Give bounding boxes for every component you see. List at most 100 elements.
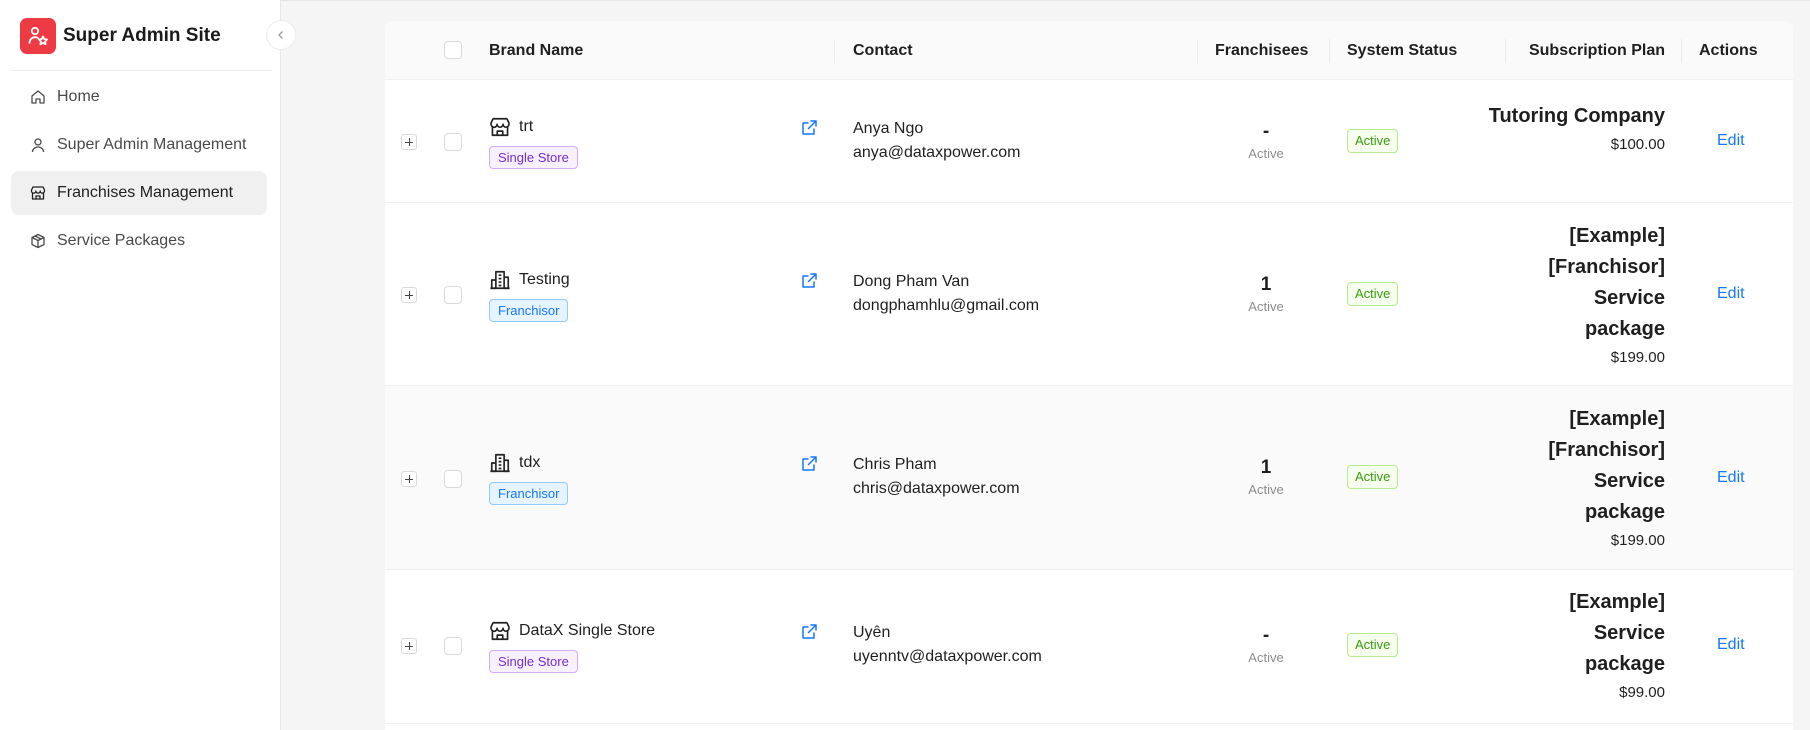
plan-name: [Example] [Franchisor] Service package <box>1548 408 1665 523</box>
store-icon <box>30 184 48 202</box>
brand-name: DataX Single Store <box>519 622 656 639</box>
franchisees-cell: - Active <box>1225 121 1307 161</box>
contact-cell: Chris Pham chris@dataxpower.com <box>853 453 1020 501</box>
column-divider <box>1681 39 1682 63</box>
nav-item-franchises[interactable]: Franchises Management <box>11 171 267 215</box>
expand-row-button[interactable] <box>401 471 417 487</box>
brand-cell: trt Single Store <box>489 116 578 169</box>
expand-row-button[interactable] <box>401 134 417 150</box>
brand-cell: DataX Single Store Single Store <box>489 620 655 673</box>
brand-type-tag: Franchisor <box>489 482 569 505</box>
edit-link[interactable]: Edit <box>1717 285 1745 303</box>
edit-link[interactable]: Edit <box>1717 636 1745 654</box>
edit-link[interactable]: Edit <box>1717 469 1745 487</box>
package-icon <box>30 232 48 250</box>
column-divider <box>1505 39 1506 63</box>
plan-name: [Example] Service package <box>1569 591 1665 675</box>
franchisees-label: Active <box>1248 650 1284 665</box>
nav-item-service-packages[interactable]: Service Packages <box>11 219 267 263</box>
contact-email: chris@dataxpower.com <box>853 480 1020 497</box>
nav-item-label: Home <box>57 88 100 105</box>
brand-type-tag: Single Store <box>489 146 578 169</box>
sidebar-nav: Home Super Admin Management Franchises M… <box>11 75 267 267</box>
contact-cell: Uyên uyenntv@dataxpower.com <box>853 621 1042 669</box>
plan-cell: [Example] [Franchisor] Service package $… <box>1425 221 1665 368</box>
plan-cell: Tutoring Company $100.00 <box>1425 101 1665 155</box>
status-badge: Active <box>1347 129 1399 153</box>
external-link-icon[interactable] <box>800 272 818 290</box>
home-icon <box>30 88 48 106</box>
column-header-actions: Actions <box>1699 41 1758 59</box>
contact-email: uyenntv@dataxpower.com <box>853 648 1042 665</box>
sidebar: Super Admin Site Home Super Admin Manage… <box>0 0 281 730</box>
franchisees-cell: 1 Active <box>1225 274 1307 314</box>
brand-type-tag: Single Store <box>489 650 578 673</box>
status-badge: Active <box>1347 465 1399 489</box>
brand-logo-icon <box>20 18 56 54</box>
column-divider <box>1197 39 1198 63</box>
franchisees-label: Active <box>1248 482 1284 497</box>
brand-name: trt <box>519 118 534 135</box>
contact-cell: Dong Pham Van dongphamhlu@gmail.com <box>853 270 1039 318</box>
user-icon <box>30 136 48 154</box>
brand-cell: tdx Franchisor <box>489 452 569 505</box>
franchisees-label: Active <box>1248 146 1284 161</box>
brand-name: tdx <box>519 454 541 471</box>
franchises-table: Brand Name Contact Franchisees System St… <box>385 21 1793 730</box>
row-checkbox[interactable] <box>444 470 462 488</box>
brand: Super Admin Site <box>20 18 221 54</box>
plan-name: [Example] [Franchisor] Service package <box>1548 225 1665 340</box>
sidebar-divider <box>10 70 272 71</box>
table-row[interactable]: tdx Franchisor Chris Pham chris@dataxpow… <box>385 386 1793 570</box>
row-checkbox[interactable] <box>444 133 462 151</box>
expand-row-button[interactable] <box>401 638 417 654</box>
select-all-checkbox[interactable] <box>444 41 462 59</box>
franchisees-count: 1 <box>1260 457 1272 478</box>
brand-cell: Testing Franchisor <box>489 269 570 322</box>
plan-price: $99.00 <box>1619 684 1665 701</box>
app-title: Super Admin Site <box>63 25 221 46</box>
table-header: Brand Name Contact Franchisees System St… <box>385 21 1793 80</box>
nav-item-home[interactable]: Home <box>11 75 267 119</box>
sidebar-collapse-button[interactable] <box>266 20 296 50</box>
status-badge: Active <box>1347 282 1399 306</box>
table-row[interactable]: DataX Single Store Single Store Uyên uye… <box>385 570 1793 724</box>
building-icon <box>489 452 511 474</box>
plan-cell: [Example] Service package $99.00 <box>1425 587 1665 703</box>
contact-name: Chris Pham <box>853 456 937 473</box>
column-header-franchisees[interactable]: Franchisees <box>1215 21 1308 80</box>
brand-type-tag: Franchisor <box>489 299 569 322</box>
external-link-icon[interactable] <box>800 455 818 473</box>
table-row[interactable]: Testing Franchisor Dong Pham Van dongpha… <box>385 203 1793 386</box>
building-icon <box>489 269 511 291</box>
contact-email: dongphamhlu@gmail.com <box>853 297 1040 314</box>
external-link-icon[interactable] <box>800 623 818 641</box>
franchisees-cell: - Active <box>1225 625 1307 665</box>
contact-name: Dong Pham Van <box>853 273 970 290</box>
column-header-brand[interactable]: Brand Name <box>489 21 583 80</box>
column-header-plan[interactable]: Subscription Plan <box>1529 21 1665 80</box>
store-icon <box>489 620 511 642</box>
column-divider <box>834 39 835 63</box>
franchisees-count: - <box>1262 625 1270 646</box>
nav-item-label: Super Admin Management <box>57 136 247 153</box>
plan-price: $100.00 <box>1610 136 1665 153</box>
expand-row-button[interactable] <box>401 287 417 303</box>
status-badge: Active <box>1347 633 1399 657</box>
nav-item-label: Service Packages <box>57 232 186 249</box>
nav-item-label: Franchises Management <box>57 184 234 201</box>
column-header-status[interactable]: System Status <box>1347 21 1457 80</box>
column-header-contact[interactable]: Contact <box>853 21 913 80</box>
plan-cell: [Example] [Franchisor] Service package $… <box>1425 404 1665 551</box>
chevron-left-icon <box>278 31 283 39</box>
row-checkbox[interactable] <box>444 637 462 655</box>
franchisees-count: 1 <box>1260 274 1272 295</box>
edit-link[interactable]: Edit <box>1717 132 1745 150</box>
table-row[interactable]: trt Single Store Anya Ngo anya@dataxpowe… <box>385 81 1793 203</box>
contact-name: Uyên <box>853 624 891 641</box>
row-checkbox[interactable] <box>444 286 462 304</box>
nav-item-super-admin[interactable]: Super Admin Management <box>11 123 267 167</box>
plan-price: $199.00 <box>1610 532 1665 549</box>
contact-name: Anya Ngo <box>853 120 924 137</box>
external-link-icon[interactable] <box>800 119 818 137</box>
